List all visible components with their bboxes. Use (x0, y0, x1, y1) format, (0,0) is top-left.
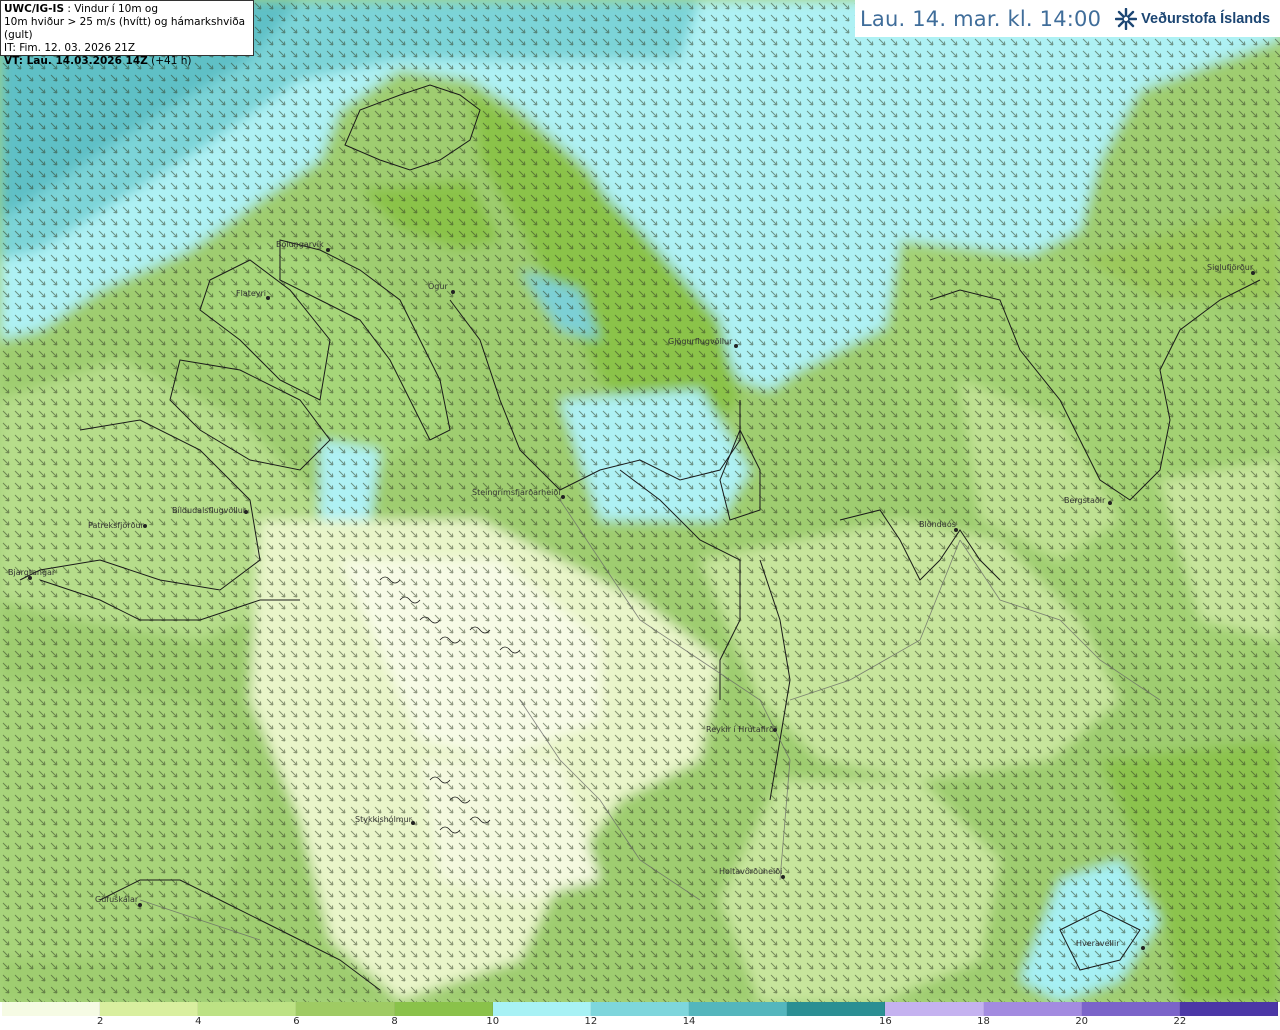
brand-logo[interactable]: Veðurstofa Íslands (1115, 7, 1271, 30)
legend-segment (2, 1002, 101, 1016)
place-label: Bolungarvík (276, 240, 324, 249)
legend-color-bar (2, 1002, 1279, 1016)
legend-segment (590, 1002, 690, 1016)
place-label: Steingrímsfjarðarheiði (472, 488, 561, 497)
legend-segment (1081, 1002, 1180, 1016)
legend-segment (198, 1002, 297, 1016)
legend-segment (296, 1002, 395, 1016)
place-label: Gufuskálar (95, 895, 139, 904)
wind-speed-legend: 2 4 6 8 10 12 14 16 18 20 22 (0, 1002, 1280, 1030)
title-bar: Lau. 14. mar. kl. 14:00 Veðurstofa Íslan… (855, 0, 1280, 37)
product-code: UWC/IG-IS (4, 3, 65, 15)
product-detail: 10m hviður > 25 m/s (hvítt) og hámarkshv… (4, 16, 246, 41)
place-label: Hveravellir (1076, 939, 1120, 948)
wind-map[interactable]: Bolungarvík Flateyri Ögur Gjögurflugvöll… (0, 0, 1280, 1002)
place-label: Siglufjörður (1207, 263, 1254, 272)
lead-time: (+41 h) (147, 55, 192, 67)
place-label: Bergstaðir (1064, 496, 1106, 505)
place-label: Bjargtangar (8, 568, 56, 577)
place-label: Holtavörðuheiði (719, 867, 782, 876)
place-label: Ögur (428, 281, 448, 291)
legend-segment (100, 1002, 199, 1016)
snowflake-star-icon (1115, 7, 1138, 30)
legend-tick-label: 16 (879, 1016, 892, 1027)
legend-tick-label: 18 (977, 1016, 990, 1027)
brand-name: Veðurstofa Íslands (1141, 10, 1271, 27)
place-label: Patreksfjörður (88, 521, 145, 530)
legend-tick-label: 14 (682, 1016, 696, 1027)
legend-segment (1179, 1002, 1279, 1016)
valid-time-bold: VT: Lau. 14.03.2026 14Z (4, 55, 148, 67)
valid-time-line: VT: Lau. 14.03.2026 14Z (+41 h) (4, 55, 250, 68)
place-label: Bíldudalsflugvöllur (172, 506, 247, 515)
legend-segment (885, 1002, 984, 1016)
place-label: Blönduós (919, 519, 956, 529)
initial-time: IT: Fim. 12. 03. 2026 21Z (4, 42, 136, 54)
legend-segment (689, 1002, 788, 1016)
legend-tick-label: 2 (96, 1016, 104, 1027)
legend-tick-label: 12 (584, 1016, 598, 1027)
legend-tick-label: 22 (1173, 1016, 1187, 1027)
legend-segment (394, 1002, 493, 1016)
valid-time-title: Lau. 14. mar. kl. 14:00 (860, 6, 1102, 31)
place-label: Reykir í Hrútafirði (706, 725, 776, 734)
product-line: UWC/IG-IS : Vindur í 10m og (4, 3, 250, 16)
place-label: Stykkishólmur (355, 814, 413, 824)
legend-segment (492, 1002, 591, 1016)
legend-tick-label: 6 (293, 1016, 300, 1027)
product-description: : Vindur í 10m og (64, 3, 158, 15)
legend-tick-label: 8 (391, 1016, 398, 1027)
legend-segment (983, 1002, 1082, 1016)
legend-tick-label: 4 (195, 1016, 202, 1027)
place-label: Gjögurflugvöllur (668, 337, 733, 346)
legend-segment (787, 1002, 886, 1016)
legend-tick-label: 10 (486, 1016, 500, 1027)
forecast-info-box: UWC/IG-IS : Vindur í 10m og 10m hviður >… (0, 0, 254, 67)
legend-tick-label: 20 (1075, 1016, 1089, 1027)
place-label: Flateyri (236, 289, 266, 298)
